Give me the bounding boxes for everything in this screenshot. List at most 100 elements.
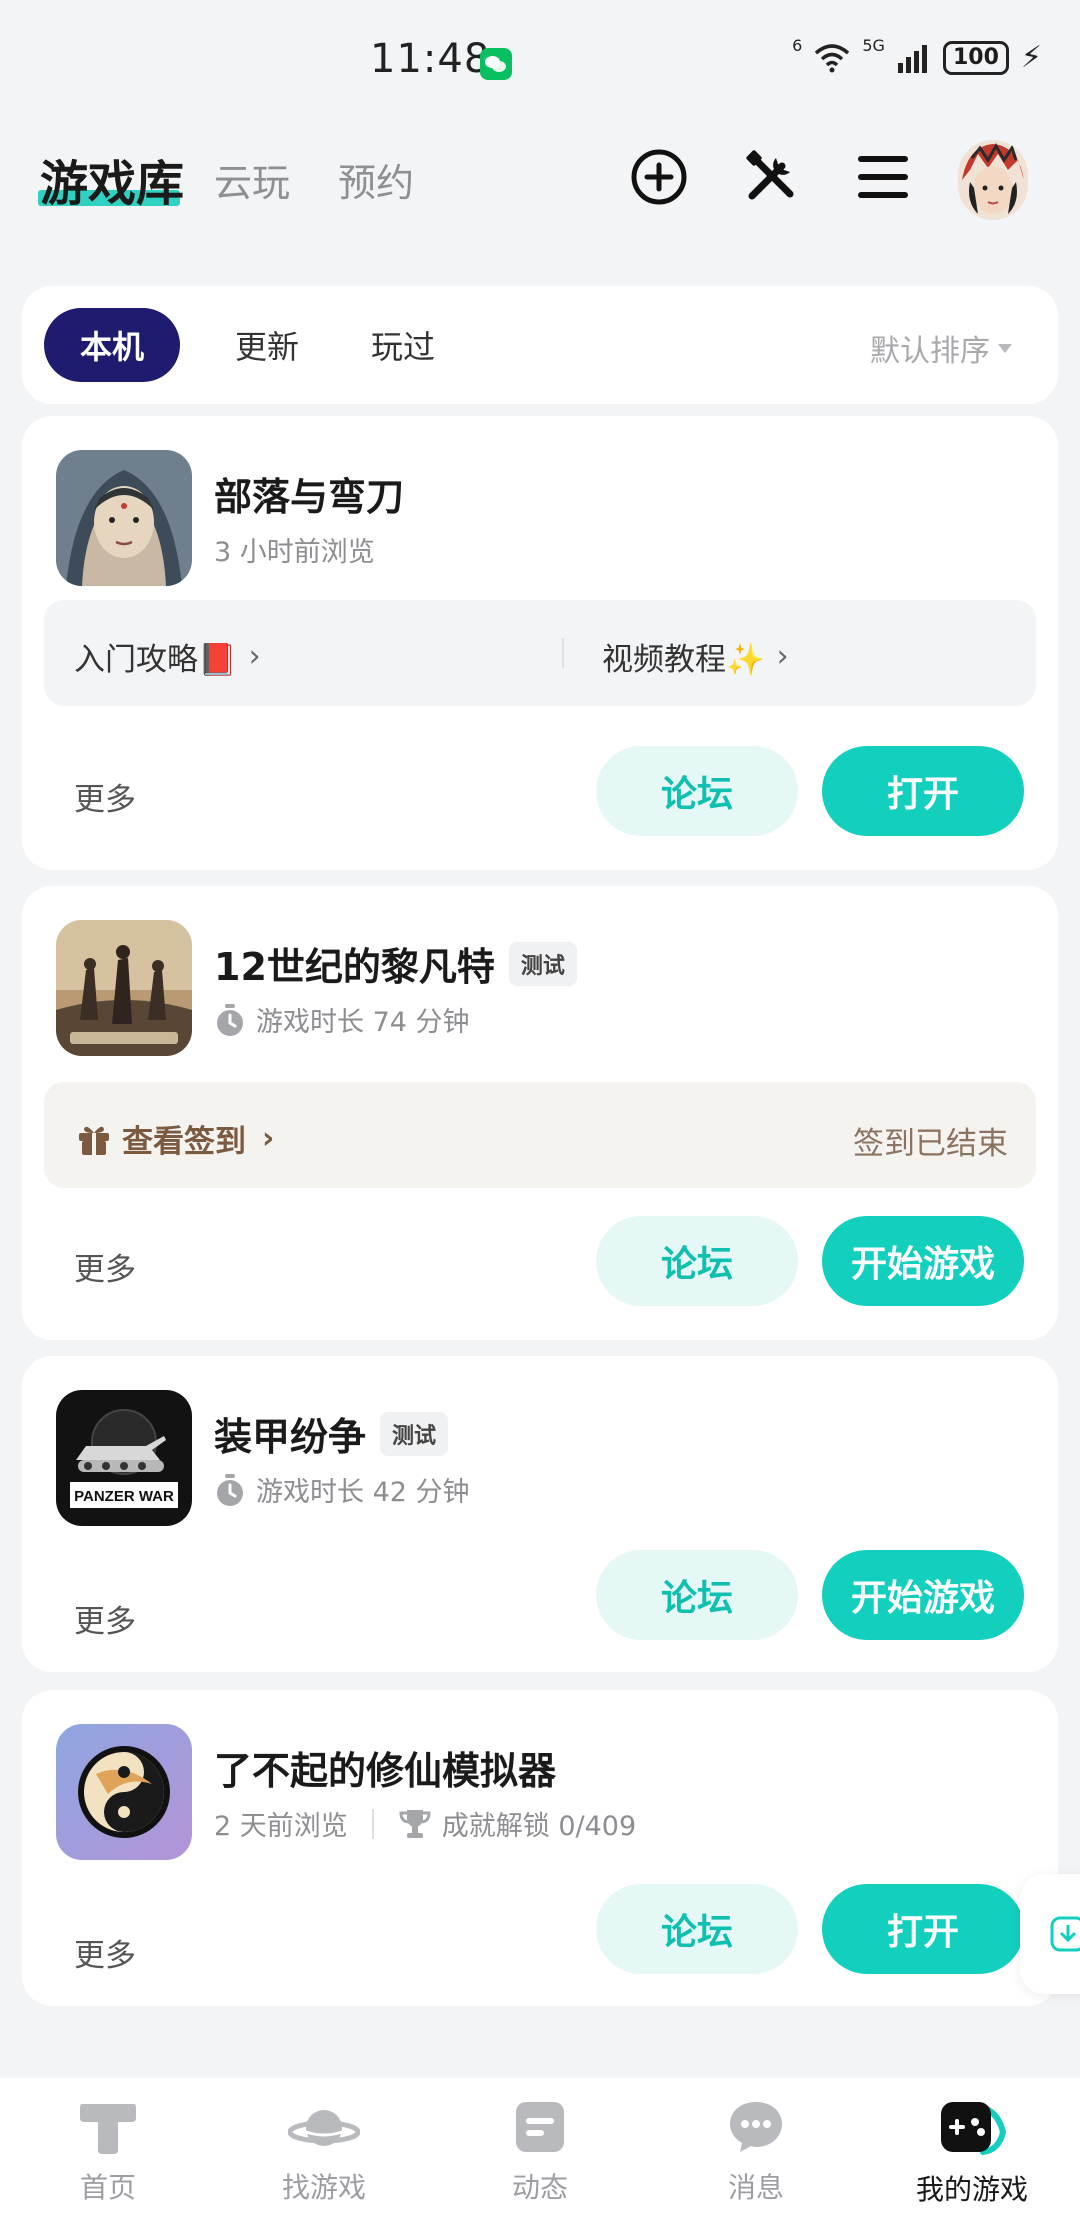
download-float-tab[interactable] <box>1020 1874 1080 1994</box>
charging-icon: ⚡ <box>1020 40 1042 75</box>
play-time-text: 游戏时长 74 分钟 <box>256 1007 470 1038</box>
game-title-text: 部落与弯刀 <box>214 475 405 519</box>
wechat-notification-icon <box>480 48 512 80</box>
trophy-icon <box>399 1809 431 1838</box>
game-icon-amazing-cultivation-sim[interactable] <box>56 1724 192 1860</box>
wifi-label: 6 <box>792 36 803 55</box>
gift-icon <box>79 1126 109 1155</box>
video-label: 视频教程✨ <box>602 642 765 678</box>
download-icon <box>1050 1916 1080 1952</box>
nav-find-games[interactable]: 找游戏 <box>224 2098 424 2206</box>
forum-button[interactable]: 论坛 <box>596 746 798 836</box>
beta-tag: 测试 <box>380 1411 449 1456</box>
more-button[interactable]: 更多 <box>74 1596 136 1641</box>
chip-local[interactable]: 本机 <box>44 308 180 382</box>
more-button[interactable]: 更多 <box>74 1930 136 1975</box>
game-meta: 3 小时前浏览 <box>214 530 375 569</box>
status-icons: 6 5G 100 ⚡ <box>792 36 1042 75</box>
game-title[interactable]: 了不起的修仙模拟器 <box>214 1740 556 1795</box>
nav-label: 首页 <box>79 2171 136 2204</box>
add-circle-icon[interactable] <box>626 144 692 210</box>
last-viewed-text: 2 天前浏览 <box>214 1811 348 1842</box>
wifi-icon <box>815 43 850 72</box>
stopwatch-icon <box>217 1473 243 1506</box>
sign-in-status: 签到已结束 <box>853 1126 1008 1162</box>
game-title-text: 12世纪的黎凡特 <box>214 945 495 989</box>
start-game-button[interactable]: 开始游戏 <box>822 1550 1024 1640</box>
nav-home[interactable]: 首页 <box>8 2098 208 2206</box>
stopwatch-icon <box>217 1003 243 1036</box>
panzer-war-logo-text: PANZER WAR <box>74 1488 174 1505</box>
status-bar: 11:48 6 5G 100 ⚡ <box>0 0 1080 110</box>
dropdown-arrow-icon <box>998 343 1012 353</box>
beginner-guide-link[interactable]: 入门攻略📕 › <box>74 634 261 679</box>
chip-played[interactable]: 玩过 <box>348 308 458 382</box>
forum-button[interactable]: 论坛 <box>596 1884 798 1974</box>
game-title-text: 装甲纷争 <box>214 1415 367 1459</box>
nav-label: 我的游戏 <box>915 2173 1028 2206</box>
chevron-right-icon: › <box>262 1121 275 1156</box>
sign-in-strip: 查看签到 › 签到已结束 <box>44 1082 1036 1188</box>
status-time: 11:48 <box>370 36 491 82</box>
sort-dropdown[interactable]: 默认排序 <box>870 326 1012 370</box>
forum-button[interactable]: 论坛 <box>596 1550 798 1640</box>
chip-updates[interactable]: 更新 <box>212 308 322 382</box>
meta-divider <box>371 1808 374 1839</box>
game-card: 部落与弯刀 3 小时前浏览 入门攻略📕 › 视频教程✨ › 更多 论坛 打开 <box>22 416 1058 870</box>
chevron-right-icon: › <box>248 639 261 674</box>
gamepad-icon <box>941 2102 1007 2155</box>
open-button[interactable]: 打开 <box>822 1884 1024 1974</box>
feed-icon <box>516 2102 564 2152</box>
game-title-text: 了不起的修仙模拟器 <box>214 1749 557 1793</box>
sign-in-label: 查看签到 <box>122 1124 246 1160</box>
tab-game-library[interactable]: 游戏库 <box>40 144 184 214</box>
nav-messages[interactable]: 消息 <box>656 2098 856 2206</box>
view-sign-in-link[interactable]: 查看签到 › <box>76 1116 274 1161</box>
chat-icon <box>730 2102 782 2152</box>
more-button[interactable]: 更多 <box>74 774 136 819</box>
guide-strip: 入门攻略📕 › 视频教程✨ › <box>44 600 1036 706</box>
game-title[interactable]: 12世纪的黎凡特 测试 <box>214 936 577 991</box>
last-viewed-text: 3 小时前浏览 <box>214 537 375 568</box>
game-card: PANZER WAR 装甲纷争 测试 游戏时长 42 分钟 更多 论坛 开始游戏 <box>22 1356 1058 1672</box>
tools-icon[interactable] <box>738 144 804 210</box>
video-tutorial-link[interactable]: 视频教程✨ › <box>602 634 789 679</box>
signal-icon <box>897 44 927 73</box>
game-card: 12世纪的黎凡特 测试 游戏时长 74 分钟 查看签到 › 签到已结束 更多 论坛 … <box>22 886 1058 1340</box>
game-icon-tribes-and-scimitars[interactable] <box>56 450 192 586</box>
guide-label: 入门攻略📕 <box>74 642 237 678</box>
nav-feed[interactable]: 动态 <box>440 2098 640 2206</box>
start-game-button[interactable]: 开始游戏 <box>822 1216 1024 1306</box>
sort-label: 默认排序 <box>870 334 990 369</box>
menu-icon[interactable] <box>850 144 916 210</box>
nav-label: 找游戏 <box>281 2171 366 2204</box>
game-icon-levant-12th-century[interactable] <box>56 920 192 1056</box>
game-meta: 游戏时长 42 分钟 <box>214 1470 470 1509</box>
more-button[interactable]: 更多 <box>74 1244 136 1289</box>
open-button[interactable]: 打开 <box>822 746 1024 836</box>
game-meta: 2 天前浏览 成就解锁 0/409 <box>214 1804 636 1843</box>
tab-cloud-play[interactable]: 云玩 <box>214 152 290 207</box>
forum-button[interactable]: 论坛 <box>596 1216 798 1306</box>
tab-reservation[interactable]: 预约 <box>338 152 414 207</box>
game-title[interactable]: 部落与弯刀 <box>214 466 404 521</box>
nav-label: 动态 <box>511 2171 568 2204</box>
cell-label: 5G <box>862 36 885 55</box>
filter-bar: 本机 更新 玩过 默认排序 <box>22 286 1058 404</box>
home-icon <box>80 2104 136 2154</box>
beta-tag: 测试 <box>508 941 577 986</box>
game-title[interactable]: 装甲纷争 测试 <box>214 1406 449 1461</box>
top-header: 游戏库 云玩 预约 <box>0 130 1080 230</box>
game-icon-panzer-war[interactable]: PANZER WAR <box>56 1390 192 1526</box>
planet-icon <box>288 2110 360 2146</box>
nav-label: 消息 <box>727 2171 784 2204</box>
user-avatar[interactable] <box>958 140 1028 220</box>
game-card: 了不起的修仙模拟器 2 天前浏览 成就解锁 0/409 更多 论坛 打开 <box>22 1690 1058 2006</box>
achievement-text: 成就解锁 0/409 <box>441 1811 637 1842</box>
nav-my-games[interactable]: 我的游戏 <box>872 2098 1072 2208</box>
play-time-text: 游戏时长 42 分钟 <box>256 1477 470 1508</box>
bottom-nav: 首页 找游戏 动态 消息 我的游戏 <box>0 2078 1080 2228</box>
divider <box>562 638 564 668</box>
chevron-right-icon: › <box>776 639 789 674</box>
game-meta: 游戏时长 74 分钟 <box>214 1000 470 1039</box>
